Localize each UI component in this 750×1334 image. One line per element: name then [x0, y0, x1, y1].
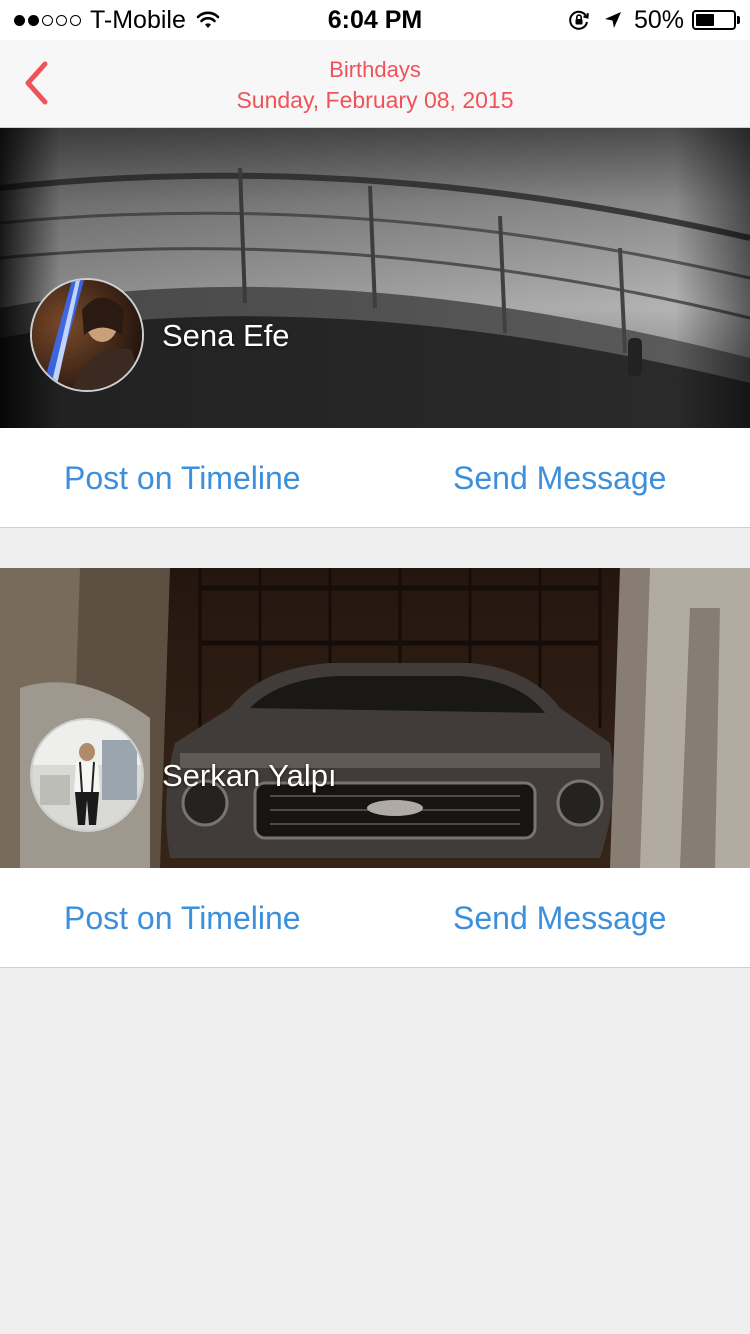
birthdays-screen: T-Mobile 6:04 PM 50% Birthdays Sunday, F…	[0, 0, 750, 1334]
page-title: Birthdays	[329, 57, 421, 82]
avatar[interactable]	[30, 278, 144, 392]
avatar-photo	[32, 280, 142, 390]
status-bar: T-Mobile 6:04 PM 50%	[0, 0, 750, 40]
location-arrow-icon	[604, 12, 621, 28]
birthday-card: Sena Efe Post on Timeline Send Message	[0, 128, 750, 528]
battery-percent: 50%	[633, 5, 684, 34]
post-on-timeline-button[interactable]: Post on Timeline	[64, 868, 301, 968]
card-actions: Post on Timeline Send Message	[0, 428, 750, 528]
card-actions: Post on Timeline Send Message	[0, 868, 750, 968]
birthday-card: Serkan Yalpı Post on Timeline Send Messa…	[0, 568, 750, 968]
battery-fill	[696, 14, 714, 26]
send-message-button[interactable]: Send Message	[453, 428, 666, 528]
avatar-photo	[32, 720, 142, 830]
person-name: Serkan Yalpı	[162, 758, 337, 793]
battery-icon	[692, 10, 736, 30]
cover-photo: Serkan Yalpı	[0, 568, 750, 868]
navigation-bar: Birthdays Sunday, February 08, 2015	[0, 40, 750, 128]
rotation-lock-icon	[569, 10, 589, 30]
send-message-button[interactable]: Send Message	[453, 868, 666, 968]
post-on-timeline-button[interactable]: Post on Timeline	[64, 428, 301, 528]
cover-photo: Sena Efe	[0, 128, 750, 428]
status-right: 50%	[568, 6, 740, 34]
avatar[interactable]	[30, 718, 144, 832]
page-date: Sunday, February 08, 2015	[236, 87, 514, 113]
battery-nub	[737, 16, 740, 24]
person-name: Sena Efe	[162, 318, 290, 353]
